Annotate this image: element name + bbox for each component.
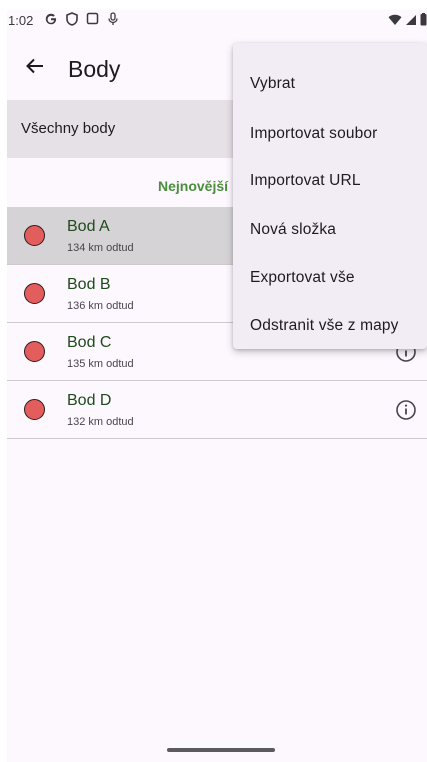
arrow-back-icon: [25, 56, 45, 81]
menu-item-select[interactable]: Vybrat: [250, 75, 295, 93]
menu-item-export-all[interactable]: Exportovat vše: [250, 269, 355, 287]
screen: 1:02 Body Všechny body Nejnovější Bod A …: [7, 10, 427, 762]
menu-item-import-url[interactable]: Importovat URL: [250, 172, 361, 190]
page-title: Body: [68, 56, 121, 82]
shield-icon: [66, 11, 78, 31]
back-button[interactable]: [19, 52, 51, 84]
point-distance: 135 km odtud: [67, 358, 134, 370]
status-icons-left: [44, 11, 119, 31]
point-marker-icon: [24, 283, 45, 304]
info-icon[interactable]: [395, 399, 417, 421]
list-item[interactable]: Bod D 132 km odtud: [7, 381, 427, 439]
point-marker-icon: [24, 399, 45, 420]
google-icon: [44, 12, 58, 31]
status-icons-right: [388, 13, 427, 31]
point-marker-icon: [24, 341, 45, 362]
point-distance: 134 km odtud: [67, 242, 134, 254]
status-bar: 1:02: [7, 10, 427, 38]
menu-item-remove-all-from-map[interactable]: Odstranit vše z mapy: [250, 317, 399, 335]
status-time: 1:02: [8, 13, 34, 28]
point-name: Bod D: [67, 392, 112, 409]
point-name: Bod A: [67, 218, 110, 235]
wifi-icon: [388, 13, 402, 31]
mic-off-icon: [107, 11, 119, 31]
point-marker-icon: [24, 225, 45, 246]
signal-icon: [405, 13, 417, 31]
point-name: Bod B: [67, 276, 111, 293]
menu-item-new-folder[interactable]: Nová složka: [250, 221, 336, 239]
point-name: Bod C: [67, 334, 112, 351]
sort-selector[interactable]: Nejnovější: [158, 178, 228, 194]
point-distance: 136 km odtud: [67, 300, 134, 312]
battery-icon: [420, 13, 427, 31]
nav-handle[interactable]: [167, 748, 275, 752]
screenshot-icon: [86, 12, 99, 30]
menu-item-import-file[interactable]: Importovat soubor: [250, 125, 377, 143]
filter-label: Všechny body: [21, 120, 116, 137]
point-distance: 132 km odtud: [67, 416, 134, 428]
overflow-menu: Vybrat Importovat soubor Importovat URL …: [233, 43, 427, 349]
